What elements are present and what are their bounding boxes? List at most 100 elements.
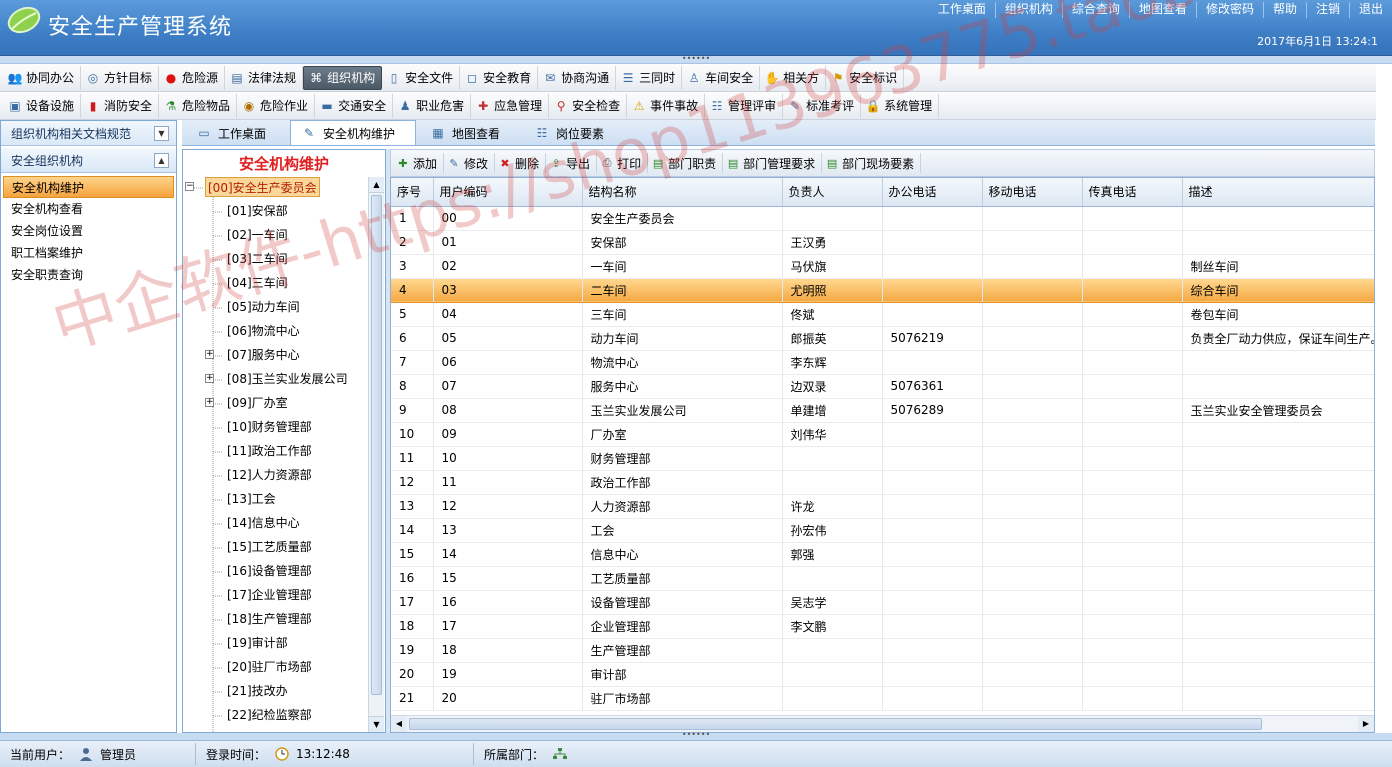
footer-collapse-grip[interactable]: •••••• [0, 731, 1392, 740]
toolbar-button-1[interactable]: ✎ 修改 [444, 153, 496, 173]
module-button-0[interactable]: 👥 协同办公 [3, 65, 82, 90]
table-row[interactable]: 17 16 设备管理部 吴志学 [391, 590, 1374, 615]
top-link-1[interactable]: 组织机构 [994, 2, 1062, 18]
toolbar-button-7[interactable]: ▤ 部门现场要素 [822, 153, 922, 173]
grid-scroll-thumb[interactable] [409, 718, 1262, 730]
tree-expand-icon[interactable]: + [205, 398, 214, 407]
table-row[interactable]: 14 13 工会 孙宏伟 [391, 518, 1374, 543]
top-link-0[interactable]: 工作桌面 [929, 2, 995, 18]
left-nav-item-3[interactable]: 职工档案维护 [1, 242, 176, 264]
tree-node-8[interactable]: [08]玉兰实业发展公司 [227, 369, 348, 389]
table-row[interactable]: 16 15 工艺质量部 [391, 566, 1374, 591]
tree-node-10[interactable]: [10]财务管理部 [227, 417, 312, 437]
tree-scrollbar[interactable]: ▲ ▼ [368, 177, 384, 732]
table-row[interactable]: 9 08 玉兰实业发展公司 单建增 5076289 玉兰实业安全管理委员会 [391, 398, 1374, 423]
left-nav-item-2[interactable]: 安全岗位设置 [1, 220, 176, 242]
tree-node-1[interactable]: [01]安保部 [227, 201, 288, 221]
tree-node-20[interactable]: [20]驻厂市场部 [227, 657, 312, 677]
scroll-up-icon[interactable]: ▲ [369, 177, 384, 193]
module-button-1[interactable]: ◎ 方针目标 [81, 65, 160, 90]
tree-node-18[interactable]: [18]生产管理部 [227, 609, 312, 629]
tree-scroll-thumb[interactable] [371, 195, 382, 695]
module-button-4[interactable]: ▬ 交通安全 [315, 93, 394, 118]
table-row[interactable]: 1 00 安全生产委员会 [391, 206, 1374, 231]
tree-node-7[interactable]: [07]服务中心 [227, 345, 300, 365]
column-header-2[interactable]: 结构名称 [582, 178, 783, 207]
table-row[interactable]: 2 01 安保部 王汉勇 [391, 230, 1374, 255]
table-row[interactable]: 6 05 动力车间 郎振英 5076219 负责全厂动力供应，保证车间生产。 [391, 326, 1374, 351]
table-row[interactable]: 21 20 驻厂市场部 [391, 686, 1374, 711]
top-link-4[interactable]: 修改密码 [1195, 2, 1263, 18]
column-header-7[interactable]: 描述 [1182, 178, 1374, 207]
tree-node-4[interactable]: [04]三车间 [227, 273, 288, 293]
module-button-11[interactable]: 🔒 系统管理 [861, 93, 940, 118]
column-header-1[interactable]: 用户编码 [433, 178, 583, 207]
table-row[interactable]: 18 17 企业管理部 李文鹏 [391, 614, 1374, 639]
module-button-6[interactable]: ✚ 应急管理 [471, 93, 550, 118]
module-button-2[interactable]: ⚗ 危险物品 [159, 93, 238, 118]
chevron-up-icon[interactable]: ▲ [154, 153, 169, 168]
table-row[interactable]: 10 09 厂办室 刘伟华 [391, 422, 1374, 447]
tree-node-3[interactable]: [03]二车间 [227, 249, 288, 269]
column-header-6[interactable]: 传真电话 [1082, 178, 1183, 207]
chevron-down-icon[interactable]: ▼ [154, 126, 169, 141]
module-button-5[interactable]: ▯ 安全文件 [382, 65, 461, 90]
top-link-3[interactable]: 地图查看 [1128, 2, 1196, 18]
tree-node-11[interactable]: [11]政治工作部 [227, 441, 312, 461]
module-button-6[interactable]: ◻ 安全教育 [460, 65, 539, 90]
tab-1[interactable]: ✎ 安全机构维护 [290, 120, 417, 145]
top-link-7[interactable]: 退出 [1348, 2, 1392, 18]
scroll-left-icon[interactable]: ◀ [391, 716, 407, 732]
tree-node-6[interactable]: [06]物流中心 [227, 321, 300, 341]
tree-node-5[interactable]: [05]动力车间 [227, 297, 300, 317]
table-row[interactable]: 5 04 三车间 佟斌 卷包车间 [391, 302, 1374, 327]
top-link-2[interactable]: 综合查询 [1061, 2, 1129, 18]
tree-expand-icon[interactable]: + [205, 374, 214, 383]
table-row[interactable]: 20 19 审计部 [391, 662, 1374, 687]
top-link-5[interactable]: 帮助 [1262, 2, 1306, 18]
grid-horizontal-scrollbar[interactable]: ◀ ▶ [391, 715, 1374, 732]
tree-node-14[interactable]: [14]信息中心 [227, 513, 300, 533]
tree-node-15[interactable]: [15]工艺质量部 [227, 537, 312, 557]
left-nav-item-4[interactable]: 安全职责查询 [1, 264, 176, 286]
top-link-6[interactable]: 注销 [1305, 2, 1349, 18]
column-header-4[interactable]: 办公电话 [882, 178, 983, 207]
module-button-10[interactable]: ✋ 相关方 [760, 65, 827, 90]
table-row[interactable]: 12 11 政治工作部 [391, 470, 1374, 495]
table-row[interactable]: 7 06 物流中心 李东辉 [391, 350, 1374, 375]
toolbar-button-2[interactable]: ✖ 删除 [495, 153, 547, 173]
scroll-right-icon[interactable]: ▶ [1358, 716, 1374, 732]
tab-0[interactable]: ▭ 工作桌面 [186, 121, 286, 145]
column-header-0[interactable]: 序号 [391, 178, 434, 207]
table-row[interactable]: 15 14 信息中心 郭强 [391, 542, 1374, 567]
toolbar-button-4[interactable]: ⎙ 打印 [597, 153, 649, 173]
tree-node-16[interactable]: [16]设备管理部 [227, 561, 312, 581]
tree-node-17[interactable]: [17]企业管理部 [227, 585, 312, 605]
section-header-docs[interactable]: 组织机构相关文档规范 ▼ [1, 121, 176, 146]
table-row[interactable]: 4 03 二车间 尤明照 综合车间 [391, 278, 1374, 303]
header-collapse-grip[interactable]: •••••• [0, 55, 1392, 64]
left-nav-item-1[interactable]: 安全机构查看 [1, 198, 176, 220]
tree-node-22[interactable]: [22]纪检监察部 [227, 705, 312, 725]
tree-collapse-icon[interactable]: − [185, 182, 194, 191]
tab-3[interactable]: ☷ 岗位要素 [524, 121, 624, 145]
module-button-11[interactable]: ⚑ 安全标识 [826, 65, 905, 90]
toolbar-button-3[interactable]: ⇪ 导出 [546, 153, 598, 173]
column-header-3[interactable]: 负责人 [782, 178, 883, 207]
tree-node-9[interactable]: [09]厂办室 [227, 393, 288, 413]
toolbar-button-5[interactable]: ▤ 部门职责 [648, 153, 724, 173]
toolbar-button-0[interactable]: ✚ 添加 [393, 153, 445, 173]
scroll-down-icon[interactable]: ▼ [369, 716, 384, 732]
module-button-0[interactable]: ▣ 设备设施 [3, 93, 82, 118]
table-row[interactable]: 8 07 服务中心 边双录 5076361 [391, 374, 1374, 399]
module-button-4[interactable]: ⌘ 组织机构 [303, 65, 383, 90]
module-button-3[interactable]: ▤ 法律法规 [225, 65, 304, 90]
module-button-8[interactable]: ⚠ 事件事故 [627, 93, 706, 118]
column-header-5[interactable]: 移动电话 [982, 178, 1083, 207]
table-row[interactable]: 13 12 人力资源部 许龙 [391, 494, 1374, 519]
table-row[interactable]: 3 02 一车间 马伏旗 制丝车间 [391, 254, 1374, 279]
module-button-1[interactable]: ▮ 消防安全 [81, 93, 160, 118]
module-button-3[interactable]: ◉ 危险作业 [237, 93, 316, 118]
tree-node-2[interactable]: [02]一车间 [227, 225, 288, 245]
section-header-org[interactable]: 安全组织机构 ▲ [1, 148, 176, 173]
